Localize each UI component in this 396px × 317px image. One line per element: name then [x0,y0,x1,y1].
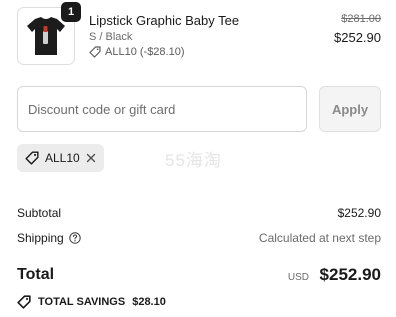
product-discount: ALL10 (-$28.10) [89,46,185,58]
shipping-value: Calculated at next step [258,231,381,245]
apply-button[interactable]: Apply [319,86,381,132]
product-original-price: $281.00 [341,13,381,25]
subtotal-label: Subtotal [17,206,62,220]
product-name: Lipstick Graphic Baby Tee [89,13,240,28]
shipping-label: Shipping [17,231,64,245]
help-icon[interactable] [69,232,81,244]
tag-icon [17,295,31,309]
total-savings: TOTAL SAVINGS $28.10 [17,293,166,311]
tag-icon [89,46,101,58]
subtotal-value: $252.90 [337,206,381,220]
applied-discount-chip: ALL10 [17,144,104,172]
product-price: $252.90 [334,30,381,45]
total-row: Total USD $252.90 [17,264,381,288]
subtotal-row: Subtotal $252.90 [17,206,381,224]
shipping-row: Shipping Calculated at next step [17,231,381,249]
total-label: Total [17,266,55,283]
total-currency: USD [287,272,309,283]
total-value: $252.90 [319,265,381,284]
close-icon [86,153,95,163]
product-discount-label: ALL10 (-$28.10) [105,46,185,58]
total-savings-value: $28.10 [132,296,166,308]
remove-discount-button[interactable] [86,153,96,163]
shipping-label-group: Shipping [17,231,81,245]
total-savings-label: TOTAL SAVINGS [38,296,126,308]
tag-icon [25,151,39,165]
cart-line-item: 1 Lipstick Graphic Baby Tee S / Black AL… [17,2,381,67]
watermark: 55海淘 [165,151,222,170]
applied-discount-code: ALL10 [45,151,80,165]
product-variant: S / Black [89,31,133,43]
discount-code-input[interactable] [17,86,307,132]
quantity-badge: 1 [61,2,81,22]
